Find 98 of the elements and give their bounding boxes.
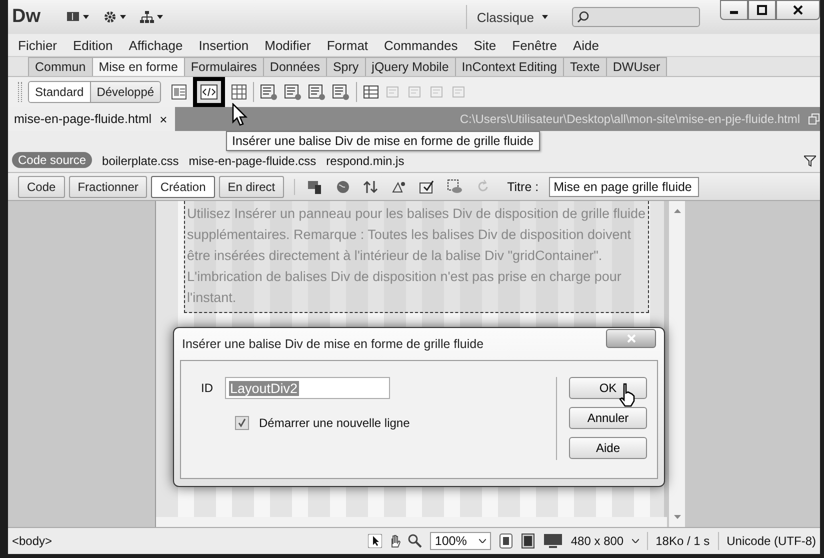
help-button[interactable]: Aide <box>569 437 647 459</box>
menu-item[interactable]: Format <box>318 38 376 52</box>
phone-view-icon[interactable] <box>498 533 513 549</box>
form-icon[interactable] <box>332 84 350 100</box>
app-logo: Dw <box>12 6 42 28</box>
disabled-icon <box>385 84 402 100</box>
checkbox[interactable] <box>235 416 249 430</box>
layout-icon[interactable] <box>66 10 80 24</box>
globe-icon[interactable] <box>335 178 352 194</box>
cursor-icon <box>232 103 248 127</box>
caret-icon[interactable] <box>83 15 89 19</box>
pointer-icon[interactable] <box>368 534 382 548</box>
div-tag-icon[interactable] <box>200 84 218 100</box>
close-icon <box>626 334 636 343</box>
transfer-icon[interactable] <box>363 178 380 194</box>
form-icon[interactable] <box>308 84 326 100</box>
related-file[interactable]: mise-en-page-fluide.css <box>188 154 316 168</box>
category-tab[interactable]: Formulaires <box>184 57 264 76</box>
validate-icon[interactable] <box>419 178 436 194</box>
restore-icon[interactable] <box>808 113 820 125</box>
document-tab[interactable]: mise-en-page-fluide.html <box>14 112 152 126</box>
view-button[interactable]: Code <box>18 176 65 198</box>
category-tab[interactable]: Texte <box>563 57 607 76</box>
menu-item[interactable]: Aide <box>564 38 607 52</box>
category-tab[interactable]: jQuery Mobile <box>364 57 456 76</box>
category-tab[interactable]: Spry <box>326 57 366 76</box>
caret-icon[interactable] <box>120 15 126 19</box>
horizontal-scrollbar[interactable] <box>156 517 667 527</box>
category-tab[interactable]: Mise en forme <box>92 57 185 76</box>
related-file[interactable]: boilerplate.css <box>102 154 179 168</box>
view-button[interactable]: En direct <box>218 176 284 198</box>
category-tab[interactable]: DWUser <box>606 57 668 76</box>
maximize-icon <box>757 5 767 15</box>
caret-icon[interactable] <box>542 15 548 19</box>
category-tab[interactable]: Données <box>262 57 327 76</box>
category-tab[interactable]: Commun <box>28 57 93 76</box>
scroll-up-icon[interactable] <box>674 209 680 213</box>
grid-icon[interactable] <box>231 84 248 100</box>
menu-item[interactable]: Site <box>466 38 504 52</box>
vertical-scrollbar[interactable] <box>669 201 685 527</box>
layout-icon[interactable] <box>171 84 188 100</box>
table-icon[interactable] <box>363 84 380 100</box>
title-label: Titre : <box>507 180 539 194</box>
cancel-button[interactable]: Annuler <box>569 407 647 429</box>
maximize-button[interactable] <box>748 0 776 20</box>
minimize-button[interactable] <box>720 0 748 20</box>
caret-icon <box>632 539 639 543</box>
id-label: ID <box>201 381 213 395</box>
menu-item[interactable]: Modifier <box>256 38 319 52</box>
disabled-icon <box>451 84 468 100</box>
category-tab[interactable]: InContext Editing <box>454 57 564 76</box>
gear-icon[interactable] <box>103 10 117 24</box>
zoom-dropdown[interactable]: 100% <box>430 532 491 550</box>
disabled-icon <box>429 84 446 100</box>
close-button[interactable] <box>776 0 820 20</box>
tag-selector[interactable]: <body> <box>12 534 52 548</box>
search-icon <box>577 11 589 23</box>
check-icon <box>236 417 248 429</box>
file-size: 18Ko / 1 s <box>656 534 710 548</box>
view-mode-button[interactable]: Standard <box>29 82 90 102</box>
workspace-dropdown[interactable]: Classique <box>476 10 534 24</box>
form-icon[interactable] <box>260 84 278 100</box>
ok-button[interactable]: OK <box>569 377 647 399</box>
filter-icon[interactable] <box>804 155 816 167</box>
menu-item[interactable]: Edition <box>65 38 121 52</box>
id-field[interactable]: LayoutDiv2 <box>225 377 390 399</box>
related-file[interactable]: Code source <box>12 152 92 168</box>
window-size[interactable]: 480 x 800 <box>570 534 624 548</box>
view-button[interactable]: Création <box>151 176 215 198</box>
disabled-icon <box>407 84 424 100</box>
view-button[interactable]: Fractionner <box>68 176 148 198</box>
caret-icon <box>478 539 486 543</box>
dialog-title: Insérer une balise Div de mise en forme de grille fluide <box>182 337 484 351</box>
tooltip: Insérer une balise Div de mise en forme de grille fluide <box>226 131 540 151</box>
menu-item[interactable]: Fichier <box>10 38 66 52</box>
close-tab-button[interactable]: × <box>160 112 168 126</box>
menu-item[interactable]: Insertion <box>190 38 257 52</box>
menu-item[interactable]: Commandes <box>376 38 466 52</box>
form-icon[interactable] <box>284 84 302 100</box>
search-field[interactable] <box>572 7 700 27</box>
caret-icon[interactable] <box>157 15 163 19</box>
zoom-icon[interactable] <box>408 534 422 548</box>
canvas-paragraph: Utilisez Insérer un panneau pour les balises Div de disposition de grille fluide supplémentaires. Remarque : Toutes les balises Div de disposition doivent être insérées directement à l'intérieur de la balise Div "gridContainer". L'imbrication de balises Div de disposition n'est pas prise en charge pour l'instant. <box>184 201 649 313</box>
hand-cursor-icon <box>618 383 636 407</box>
scroll-down-icon[interactable] <box>674 515 680 519</box>
encoding: Unicode (UTF-8) <box>726 534 816 548</box>
devices-icon[interactable] <box>307 178 324 194</box>
menu-item[interactable]: Affichage <box>120 38 191 52</box>
file-path: C:\Users\Utilisateur\Desktop\all\mon-site\mise-en-pje-fluide.html <box>460 112 801 126</box>
related-file[interactable]: respond.min.js <box>326 154 404 168</box>
sitemap-icon[interactable] <box>140 10 154 24</box>
desktop-view-icon[interactable] <box>542 533 563 549</box>
checkbox-label: Démarrer une nouvelle ligne <box>259 416 410 430</box>
title-field[interactable]: Mise en page grille fluide <box>548 176 699 196</box>
menu-item[interactable]: Fenêtre <box>504 38 565 52</box>
view-mode-button[interactable]: Développé <box>90 82 160 102</box>
tablet-view-icon[interactable] <box>520 533 535 549</box>
close-icon <box>793 5 803 15</box>
